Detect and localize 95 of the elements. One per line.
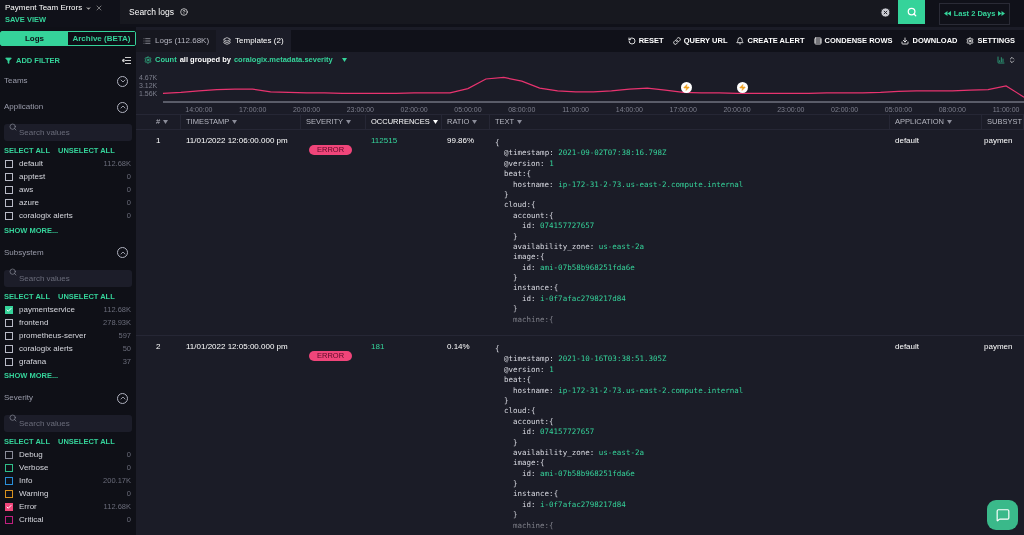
table-cell-text: 1 <box>155 135 162 145</box>
search-icon <box>9 122 17 131</box>
filter-option-label: frontend <box>19 316 50 329</box>
table-cell-text: 11/01/2022 12:06:00.000 pm <box>185 135 289 145</box>
checkbox[interactable] <box>5 464 13 472</box>
checkbox[interactable] <box>5 503 13 511</box>
caret-icon[interactable] <box>85 4 93 12</box>
help-icon[interactable] <box>180 8 188 16</box>
filter-option-label: prometheus-server <box>19 329 88 342</box>
gear-icon[interactable] <box>144 56 152 64</box>
layers-icon <box>223 37 232 45</box>
table-cell-text: 99.86% <box>446 135 476 145</box>
filter-option-label: default <box>19 158 45 170</box>
table-cell-text: paymen <box>983 341 1014 351</box>
checkbox[interactable] <box>5 160 13 168</box>
sort-caret-icon <box>346 120 352 124</box>
table-cell-text: 112515 <box>370 135 399 145</box>
chat-icon <box>995 508 1010 522</box>
checkbox[interactable] <box>5 173 13 181</box>
chat-button[interactable] <box>987 500 1018 530</box>
checkbox[interactable] <box>5 331 13 340</box>
funnel-icon <box>5 57 12 65</box>
filter-option-label: coralogix alerts <box>19 342 74 355</box>
fast-forward-icon <box>998 11 1006 16</box>
filter-option-label: Warning <box>19 488 50 500</box>
collapse-icon[interactable] <box>122 57 131 65</box>
rows-icon <box>813 37 822 45</box>
filter-option-label: coralogix alerts <box>19 210 74 222</box>
list-icon <box>143 37 151 45</box>
search-field[interactable]: Search logs <box>120 0 898 24</box>
checkbox[interactable] <box>5 318 13 327</box>
table-cell-text: 181 <box>370 341 386 351</box>
section-title: Severity <box>4 392 33 405</box>
view-tab[interactable]: Templates (2) <box>216 30 291 52</box>
bell-icon <box>736 37 745 45</box>
checkbox[interactable] <box>5 186 13 194</box>
table-cell-text: 11/01/2022 12:05:00.000 pm <box>185 341 289 351</box>
filter-option-label: grafana <box>19 355 48 368</box>
sort-caret-icon <box>947 120 953 124</box>
rewind-icon <box>943 11 951 16</box>
table-cell-text: 0.14% <box>446 341 471 351</box>
check-icon <box>6 504 12 510</box>
lightning-marker[interactable] <box>736 82 748 94</box>
table-cell-text: paymen <box>983 135 1014 145</box>
search-field[interactable]: Search values <box>4 269 132 287</box>
lightning-icon <box>683 84 691 92</box>
checkbox[interactable] <box>5 477 13 485</box>
search-icon <box>906 7 917 17</box>
checkbox[interactable] <box>5 357 13 366</box>
close-icon[interactable] <box>95 4 104 12</box>
sort-caret-icon <box>472 120 478 124</box>
checkbox[interactable] <box>5 212 13 220</box>
check-icon <box>6 306 12 313</box>
table-cell-text: default <box>894 135 921 145</box>
search-icon <box>9 268 17 277</box>
filter-option-label: Info <box>19 475 34 487</box>
section-title: Subsystem <box>4 246 44 259</box>
clear-icon[interactable] <box>880 6 891 18</box>
checkbox[interactable] <box>5 451 13 459</box>
checkbox[interactable] <box>5 199 13 207</box>
checkbox[interactable] <box>5 344 13 353</box>
filter-option-label: Error <box>19 501 38 513</box>
checkbox[interactable] <box>5 516 13 524</box>
table-cell-text: default <box>894 341 921 351</box>
search-icon <box>9 413 17 422</box>
filter-option-label: apptest <box>19 171 47 183</box>
dropdown-caret-icon[interactable] <box>341 58 347 62</box>
sort-caret-icon <box>163 120 169 124</box>
view-title: Payment Team Errors <box>5 2 83 14</box>
filter-option-label: Critical <box>19 514 45 526</box>
sort-caret-icon <box>232 120 238 124</box>
lightning-icon <box>738 84 746 92</box>
filter-option-label: Verbose <box>19 462 50 474</box>
checkbox[interactable] <box>5 305 13 314</box>
checkbox[interactable] <box>5 490 13 498</box>
sort-caret-icon <box>517 120 523 124</box>
section-title: Teams <box>4 75 28 88</box>
filter-option-label: azure <box>19 197 40 209</box>
link-icon <box>672 37 681 45</box>
filter-option-label: aws <box>19 184 35 196</box>
view-tab[interactable]: Logs (112.68K) <box>136 30 217 52</box>
reset-icon <box>627 37 636 45</box>
search-field[interactable]: Search values <box>4 124 132 142</box>
download-icon <box>901 37 910 45</box>
sort-caret-icon <box>432 120 438 124</box>
search-field[interactable]: Search values <box>4 415 132 433</box>
filter-option-label: paymentservice <box>19 303 77 316</box>
mode-tab[interactable]: Logs <box>1 32 68 45</box>
section-title: Application <box>4 101 44 114</box>
expand-icon[interactable] <box>1008 56 1016 64</box>
filter-option-label: Debug <box>19 449 44 461</box>
gear-icon <box>966 37 975 45</box>
table-cell-text: 2 <box>155 341 162 351</box>
lightning-marker[interactable] <box>681 82 693 94</box>
bar-chart-icon[interactable] <box>997 56 1005 64</box>
